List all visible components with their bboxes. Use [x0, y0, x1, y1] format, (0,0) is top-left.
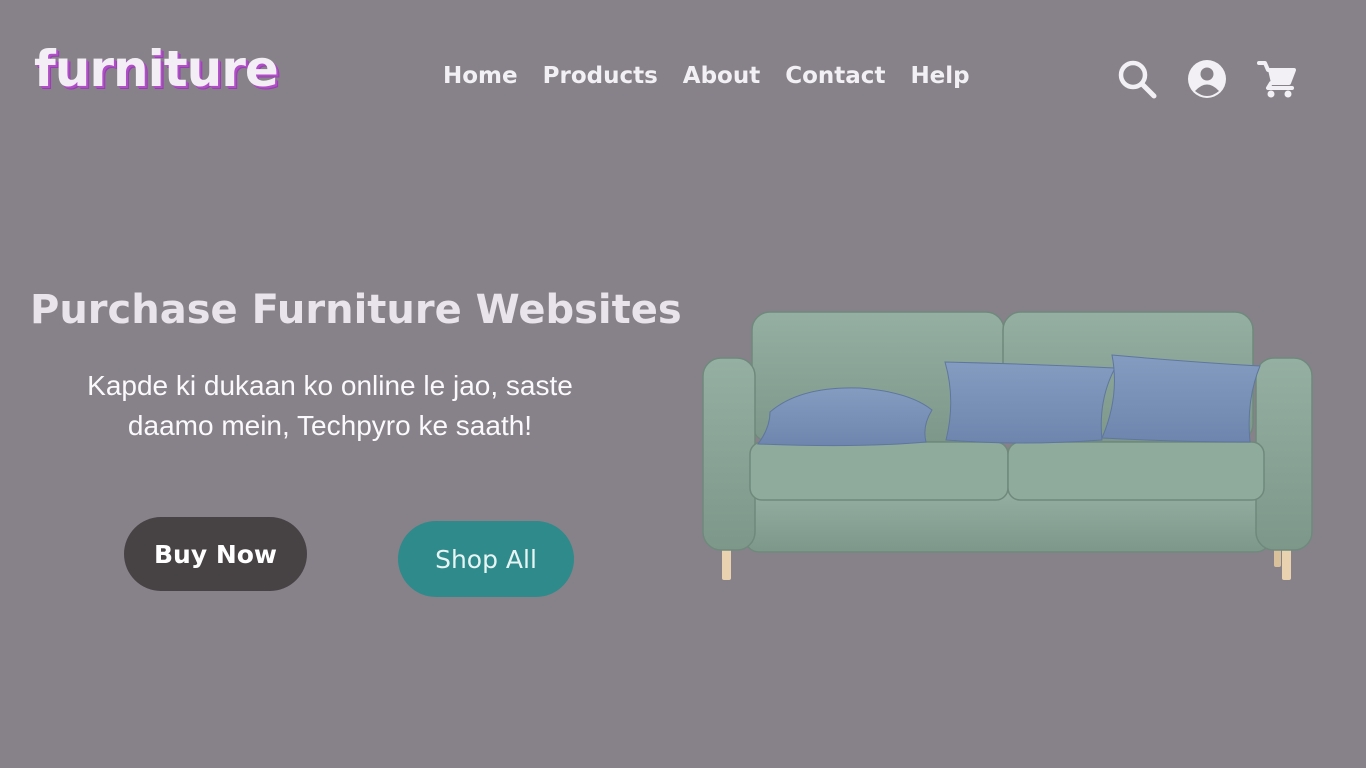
- shop-all-button[interactable]: Shop All: [398, 521, 574, 597]
- account-icon[interactable]: [1186, 58, 1228, 100]
- cart-icon[interactable]: [1256, 58, 1298, 100]
- search-icon[interactable]: [1116, 58, 1158, 100]
- hero-subtitle-line-2: daamo mein, Techpyro ke saath!: [127, 410, 533, 441]
- hero-subtitle: Kapde ki dukaan ko online le jao, saste …: [40, 366, 620, 446]
- hero-title: Purchase Furniture Websites: [30, 287, 682, 333]
- hero-subtitle-line-1: Kapde ki dukaan ko online le jao, saste: [87, 370, 573, 401]
- nav-contact[interactable]: Contact: [785, 62, 885, 90]
- buy-now-button[interactable]: Buy Now: [124, 517, 307, 591]
- header-icons: [1116, 58, 1298, 100]
- brand-logo[interactable]: furniture: [34, 44, 279, 94]
- sofa-image: [702, 311, 1313, 580]
- nav-home[interactable]: Home: [443, 62, 518, 90]
- nav-products[interactable]: Products: [543, 62, 658, 90]
- nav-help[interactable]: Help: [910, 62, 969, 90]
- nav-about[interactable]: About: [683, 62, 760, 90]
- main-nav: Home Products About Contact Help: [443, 62, 970, 90]
